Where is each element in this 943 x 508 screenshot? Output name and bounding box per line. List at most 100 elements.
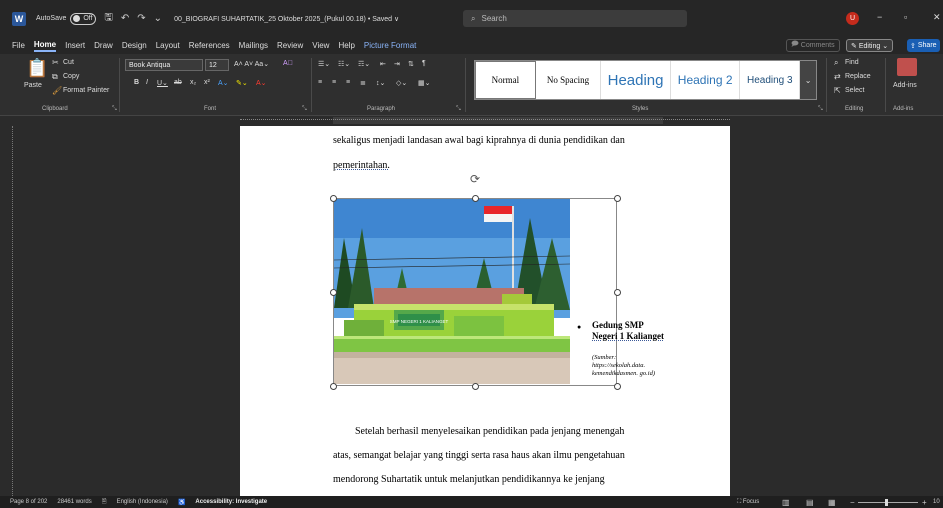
tab-layout[interactable]: Layout bbox=[156, 41, 180, 50]
styles-launcher-icon[interactable]: ⤡ bbox=[818, 106, 823, 113]
addins-icon[interactable] bbox=[897, 58, 917, 76]
language-indicator[interactable]: English (Indonesia) bbox=[117, 499, 168, 505]
focus-button[interactable]: ⛶ Focus bbox=[737, 496, 759, 508]
print-layout-icon[interactable]: ▤ bbox=[806, 496, 814, 508]
bullets-icon[interactable]: ☰⌄ bbox=[318, 60, 330, 68]
sort-icon[interactable]: ⇅ bbox=[408, 60, 414, 68]
resize-handle[interactable] bbox=[472, 383, 479, 390]
autosave-toggle[interactable]: Off bbox=[70, 12, 97, 25]
resize-handle[interactable] bbox=[614, 383, 621, 390]
body-text-line[interactable]: Setelah berhasil menyelesaikan pendidika… bbox=[355, 426, 624, 437]
style-heading-1[interactable]: Heading bbox=[601, 61, 671, 99]
clipboard-launcher-icon[interactable]: ⤡ bbox=[112, 106, 117, 113]
tab-insert[interactable]: Insert bbox=[65, 41, 85, 50]
resize-handle[interactable] bbox=[330, 383, 337, 390]
page-count[interactable]: Page 8 of 202 bbox=[10, 499, 47, 505]
multilevel-list-icon[interactable]: ☶⌄ bbox=[358, 60, 370, 68]
body-text-line[interactable]: pemerintahan. bbox=[333, 160, 390, 171]
proofing-icon[interactable]: 🗎 bbox=[102, 497, 107, 507]
font-color-icon[interactable]: A⌄ bbox=[256, 79, 267, 87]
zoom-out-button[interactable]: − bbox=[850, 496, 855, 508]
read-mode-icon[interactable]: ▥ bbox=[782, 496, 790, 508]
increase-indent-icon[interactable]: ⇥ bbox=[394, 60, 400, 68]
font-launcher-icon[interactable]: ⤡ bbox=[302, 106, 307, 113]
italic-icon[interactable]: I bbox=[146, 79, 148, 86]
search-box[interactable]: ⌕ Search bbox=[463, 10, 687, 27]
borders-icon[interactable]: ▦⌄ bbox=[418, 79, 430, 87]
tab-references[interactable]: References bbox=[189, 41, 230, 50]
font-size-select[interactable]: 12 bbox=[205, 59, 229, 71]
share-button[interactable]: ⇪ Share bbox=[907, 39, 940, 52]
shading-icon[interactable]: ◇⌄ bbox=[396, 79, 407, 87]
style-normal[interactable]: Normal bbox=[475, 61, 536, 99]
superscript-icon[interactable]: x² bbox=[204, 79, 210, 86]
show-marks-icon[interactable]: ¶ bbox=[422, 60, 426, 67]
image-source[interactable]: (Sumber: https://sekolah.data. kemendikd… bbox=[592, 354, 655, 378]
tab-file[interactable]: File bbox=[12, 41, 25, 50]
align-center-icon[interactable]: ≡ bbox=[332, 79, 336, 86]
tab-home[interactable]: Home bbox=[33, 40, 57, 52]
highlight-icon[interactable]: ✎⌄ bbox=[236, 79, 248, 87]
tab-mailings[interactable]: Mailings bbox=[239, 41, 268, 50]
resize-handle[interactable] bbox=[614, 195, 621, 202]
tab-review[interactable]: Review bbox=[277, 41, 303, 50]
font-name-select[interactable]: Book Antiqua bbox=[125, 59, 203, 71]
close-button[interactable]: ✕ bbox=[933, 12, 941, 23]
minimize-button[interactable]: − bbox=[877, 12, 882, 22]
vertical-ruler[interactable] bbox=[12, 126, 20, 496]
clear-formatting-icon[interactable]: A⃠ bbox=[283, 60, 293, 67]
cut-button[interactable]: Cut bbox=[63, 59, 74, 66]
tab-help[interactable]: Help bbox=[338, 41, 354, 50]
tab-picture-format[interactable]: Picture Format bbox=[364, 41, 416, 50]
body-text-line[interactable]: mendorong Suhartatik untuk melanjutkan p… bbox=[333, 474, 605, 485]
replace-button[interactable]: Replace bbox=[845, 73, 871, 80]
find-button[interactable]: Find bbox=[845, 59, 859, 66]
body-text-line[interactable]: atas, semangat belajar yang tinggi serta… bbox=[333, 450, 625, 461]
horizontal-ruler[interactable] bbox=[0, 116, 943, 126]
tab-draw[interactable]: Draw bbox=[94, 41, 113, 50]
image-caption[interactable]: Gedung SMP Negeri 1 Kalianget bbox=[592, 320, 664, 342]
tab-design[interactable]: Design bbox=[122, 41, 147, 50]
paste-button[interactable]: Paste bbox=[24, 82, 42, 89]
document-title[interactable]: 00_BIOGRAFI SUHARTATIK_25 Oktober 2025_(… bbox=[174, 15, 399, 23]
editing-mode-button[interactable]: ✎ Editing ⌄ bbox=[846, 39, 894, 52]
accessibility-status[interactable]: Accessibility: Investigate bbox=[195, 499, 267, 505]
redo-icon[interactable]: ↷ bbox=[137, 13, 145, 24]
style-heading-3[interactable]: Heading 3 bbox=[740, 61, 801, 99]
zoom-slider-thumb[interactable] bbox=[885, 499, 888, 506]
line-spacing-icon[interactable]: ↕⌄ bbox=[376, 79, 385, 87]
numbering-icon[interactable]: ☷⌄ bbox=[338, 60, 350, 68]
resize-handle[interactable] bbox=[330, 195, 337, 202]
select-button[interactable]: Select bbox=[845, 87, 864, 94]
paragraph-launcher-icon[interactable]: ⤡ bbox=[456, 106, 461, 113]
resize-handle[interactable] bbox=[330, 289, 337, 296]
save-icon[interactable]: 🖫 bbox=[104, 10, 113, 27]
text-effects-icon[interactable]: A⌄ bbox=[218, 79, 229, 87]
avatar[interactable]: U bbox=[846, 12, 859, 25]
resize-handle[interactable] bbox=[472, 195, 479, 202]
paste-icon[interactable]: 📋 bbox=[26, 58, 48, 79]
align-right-icon[interactable]: ≡ bbox=[346, 79, 350, 86]
align-left-icon[interactable]: ≡ bbox=[318, 79, 322, 86]
web-layout-icon[interactable]: ▦ bbox=[828, 496, 836, 508]
underline-icon[interactable]: U⌄ bbox=[157, 79, 168, 87]
resize-handle[interactable] bbox=[614, 289, 621, 296]
zoom-level[interactable]: 10 bbox=[933, 496, 940, 508]
style-heading-2[interactable]: Heading 2 bbox=[671, 61, 741, 99]
style-no-spacing[interactable]: No Spacing bbox=[536, 61, 602, 99]
copy-button[interactable]: Copy bbox=[63, 73, 79, 80]
body-text-line[interactable]: sekaligus menjadi landasan awal bagi kip… bbox=[333, 135, 625, 146]
zoom-slider-track[interactable] bbox=[858, 502, 918, 503]
decrease-indent-icon[interactable]: ⇤ bbox=[380, 60, 386, 68]
justify-icon[interactable]: ≣ bbox=[360, 79, 366, 87]
tab-view[interactable]: View bbox=[312, 41, 329, 50]
maximize-button[interactable]: ▫ bbox=[904, 12, 907, 22]
rotate-handle-icon[interactable]: ⟳ bbox=[470, 172, 480, 186]
customize-qat-icon[interactable]: ⌄ bbox=[154, 13, 162, 24]
undo-icon[interactable]: ↶ bbox=[121, 13, 129, 24]
strikethrough-icon[interactable]: ab bbox=[174, 79, 182, 86]
comments-button[interactable]: 🗩 Comments bbox=[786, 39, 840, 52]
format-painter-button[interactable]: Format Painter bbox=[63, 87, 109, 94]
addins-button[interactable]: Add-ins bbox=[893, 82, 917, 89]
font-grow-shrink-icons[interactable]: A˄ A˅ Aa⌄ bbox=[234, 60, 269, 68]
